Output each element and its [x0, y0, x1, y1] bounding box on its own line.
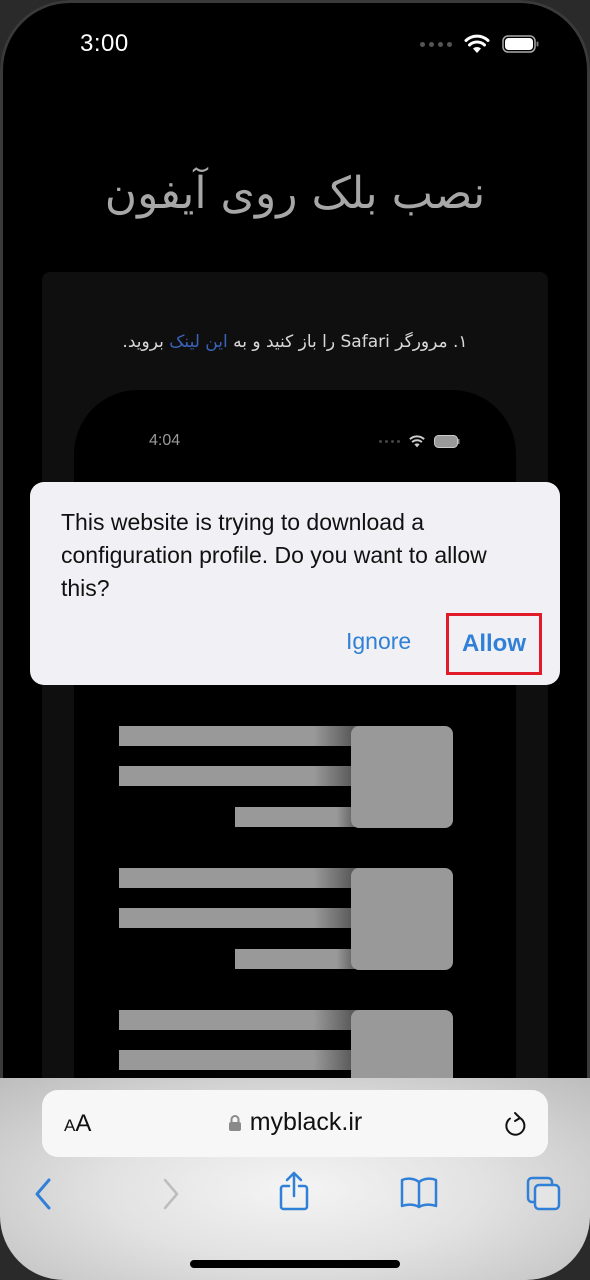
- home-indicator[interactable]: [190, 1260, 400, 1268]
- placeholder-line: [119, 1010, 362, 1030]
- placeholder-line: [119, 908, 362, 928]
- placeholder-line: [235, 807, 362, 827]
- url-text: myblack.ir: [249, 1108, 363, 1136]
- step-1-link[interactable]: این لینک: [169, 332, 227, 352]
- placeholder-thumbnail: [351, 726, 453, 828]
- tabs-button[interactable]: [526, 1176, 562, 1215]
- share-button[interactable]: [278, 1170, 310, 1215]
- mock-signal-icon: [379, 440, 400, 443]
- safari-toolbar: AA myblack.ir: [0, 1078, 590, 1280]
- allow-button[interactable]: Allow: [446, 613, 542, 675]
- ignore-button[interactable]: Ignore: [346, 628, 411, 655]
- step-1-suffix: بروید.: [122, 332, 170, 352]
- status-time: 3:00: [80, 30, 129, 57]
- placeholder-line: [119, 766, 362, 786]
- placeholder-line: [119, 868, 362, 888]
- nav-row: [0, 1171, 590, 1220]
- forward-icon: [163, 1178, 179, 1210]
- step-1-text: ۱. مرورگر Safari را باز کنید و به این لی…: [42, 332, 548, 352]
- alert-message: This website is trying to download a con…: [61, 509, 487, 601]
- placeholder-thumbnail: [351, 868, 453, 970]
- step-1-prefix: ۱. مرورگر Safari را باز کنید و به: [227, 332, 468, 352]
- address-bar[interactable]: AA myblack.ir: [42, 1090, 548, 1157]
- wifi-icon: [464, 34, 490, 53]
- reload-icon[interactable]: [502, 1110, 528, 1138]
- lock-icon: [228, 1114, 241, 1131]
- download-profile-alert: This website is trying to download a con…: [30, 482, 560, 685]
- mock-phone-time: 4:04: [149, 432, 181, 449]
- placeholder-list-item: [74, 726, 516, 830]
- mock-wifi-icon: [409, 435, 425, 448]
- placeholder-list-item: [74, 868, 516, 972]
- bookmarks-button[interactable]: [400, 1176, 438, 1213]
- forward-button[interactable]: [160, 1176, 182, 1215]
- device-frame: 3:00 نصب بلک روی آیفون ۱. مرورگر Safari …: [0, 0, 590, 1280]
- cellular-signal-icon: [420, 41, 452, 47]
- status-icons: [420, 34, 540, 54]
- battery-icon: [502, 35, 539, 53]
- placeholder-line: [119, 1050, 362, 1070]
- placeholder-line: [235, 949, 362, 969]
- mock-phone-status: [379, 435, 460, 448]
- tabs-icon: [526, 1176, 561, 1211]
- bookmarks-icon: [400, 1177, 438, 1209]
- back-icon: [35, 1178, 51, 1210]
- mock-battery-icon: [434, 435, 460, 448]
- page-title: نصب بلک روی آیفون: [104, 168, 486, 219]
- url-display[interactable]: myblack.ir: [42, 1108, 548, 1137]
- back-button[interactable]: [32, 1176, 54, 1215]
- share-icon: [279, 1171, 309, 1211]
- placeholder-line: [119, 726, 362, 746]
